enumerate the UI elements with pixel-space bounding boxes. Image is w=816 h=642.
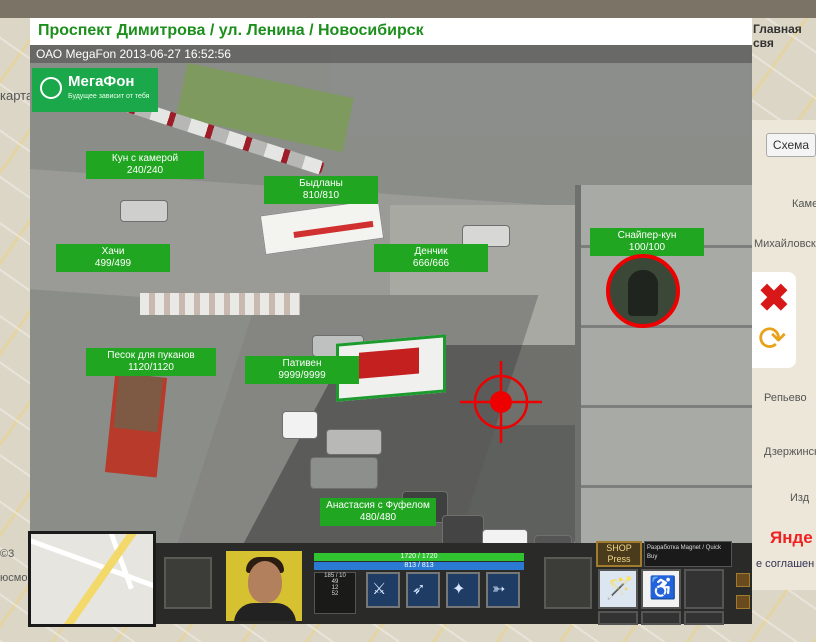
crosshair-icon	[460, 361, 542, 443]
target-hp: 666/666	[412, 258, 450, 269]
health-text: 1720 / 1720	[400, 553, 438, 560]
background-place-name: Дзержинск	[764, 446, 816, 458]
scene-lawn	[176, 62, 354, 153]
target-label[interactable]: Снайпер-кун 100/100	[590, 228, 704, 256]
inventory-slot[interactable]: 🪄	[598, 569, 638, 609]
mana-text: 813 / 813	[404, 562, 434, 569]
background-map-label: карта	[0, 88, 34, 103]
shop-subtitle: Press	[607, 554, 631, 564]
hero-portrait[interactable]	[226, 551, 302, 621]
target-name: Кун с камерой	[111, 153, 179, 164]
background-place-name: Изд	[790, 492, 810, 504]
sniper-target[interactable]	[606, 254, 680, 328]
mana-bar: 813 / 813	[314, 562, 524, 570]
target-label[interactable]: Анастасия с Фуфелом 480/480	[320, 498, 436, 526]
crosswalk	[140, 293, 300, 315]
inventory-slot[interactable]	[641, 611, 681, 625]
target-name: Быдланы	[299, 178, 343, 189]
target-name: Денчик	[414, 246, 448, 257]
hud-ornament	[164, 557, 212, 609]
inventory-slot[interactable]	[598, 611, 638, 625]
blade-icon: ➶	[412, 581, 426, 598]
shop-button[interactable]: SHOP Press	[596, 541, 642, 567]
background-place-name: Каме	[792, 198, 816, 210]
background-top-strip	[0, 0, 816, 18]
logo-tagline: Будущее зависит от тебя	[68, 93, 150, 100]
hud-ornament	[544, 557, 592, 609]
target-label[interactable]: Кун с камерой 240/240	[86, 151, 204, 179]
modal-title: Проспект Димитрова / ул. Ленина / Новоси…	[38, 22, 424, 39]
target-hp: 100/100	[628, 242, 666, 253]
sword-icon: ⚔	[372, 581, 387, 598]
yandex-logo: Янде	[770, 528, 813, 547]
background-home-link[interactable]: Главная свя	[753, 22, 816, 50]
copyright-text: ©3	[0, 548, 15, 560]
target-name: Снайпер-кун	[617, 230, 677, 241]
target-label[interactable]: Хачи 499/499	[56, 244, 170, 272]
skill-slot[interactable]: ➳	[486, 572, 520, 608]
target-hp: 240/240	[126, 165, 164, 176]
health-bar: 1720 / 1720	[314, 553, 524, 561]
car	[326, 429, 382, 455]
minimap[interactable]	[28, 531, 156, 627]
inventory-slot[interactable]: ♿	[641, 569, 681, 609]
shop-label: SHOP	[606, 543, 632, 553]
terms-link[interactable]: е соглашен	[756, 558, 814, 570]
target-hp: 499/499	[94, 258, 132, 269]
camera-modal: Проспект Димитрова / ул. Ленина / Новоси…	[28, 18, 752, 627]
orb-icon: ✦	[452, 581, 466, 598]
target-name: Песок для пуканов	[107, 350, 195, 361]
inventory-slot[interactable]	[684, 569, 724, 609]
car	[120, 200, 168, 222]
scheme-button[interactable]: Схема	[766, 133, 816, 157]
target-hp: 1120/1120	[128, 362, 174, 373]
hero-stats: 185 / 10 49 12 52	[314, 572, 356, 614]
megafon-logo-icon	[40, 77, 62, 99]
target-hp: 480/480	[359, 512, 397, 523]
target-label[interactable]: Денчик 666/666	[374, 244, 488, 272]
hud-scroll-button[interactable]	[736, 595, 750, 609]
target-name: Пативен	[282, 358, 322, 369]
camera-timestamp: ОАО MegaFon 2013-06-27 16:52:56	[36, 47, 231, 61]
staff-icon: 🪄	[606, 575, 634, 600]
hud-scroll-button[interactable]	[736, 573, 750, 587]
background-place-name: Репьево	[764, 392, 807, 404]
target-name: Анастасия с Фуфелом	[326, 500, 430, 511]
arrow-icon: ➳	[492, 581, 506, 598]
wheelchair-icon: ♿	[649, 575, 677, 600]
target-name: Хачи	[101, 246, 125, 257]
background-bottom-text: юсмо	[0, 572, 28, 584]
car	[310, 457, 378, 489]
target-hp: 810/810	[302, 190, 340, 201]
skill-slot[interactable]: ➶	[406, 572, 440, 608]
sniper-figure	[628, 270, 658, 316]
megafon-logo: МегаФон Будущее зависит от тебя	[32, 68, 158, 112]
car	[282, 411, 318, 439]
target-label[interactable]: Песок для пуканов 1120/1120	[86, 348, 216, 376]
background-place-name: Михайловск	[754, 238, 816, 250]
logo-name: МегаФон	[68, 73, 135, 90]
stat-value: 52	[331, 591, 339, 597]
refresh-icon[interactable]: ⟳	[758, 322, 787, 356]
truck	[104, 372, 168, 478]
target-label[interactable]: Быдланы 810/810	[264, 176, 378, 204]
game-hud: 1720 / 1720 813 / 813 185 / 10 49 12 52 …	[28, 531, 752, 627]
skill-slot[interactable]: ✦	[446, 572, 480, 608]
target-label[interactable]: Пативен 9999/9999	[245, 356, 359, 384]
close-icon[interactable]: ✖	[758, 280, 790, 318]
skill-slot[interactable]: ⚔	[366, 572, 400, 608]
target-hp: 9999/9999	[278, 370, 326, 381]
inventory-slot[interactable]	[684, 611, 724, 625]
shop-info: Разработка Magnet / Quick Buy	[644, 541, 732, 567]
